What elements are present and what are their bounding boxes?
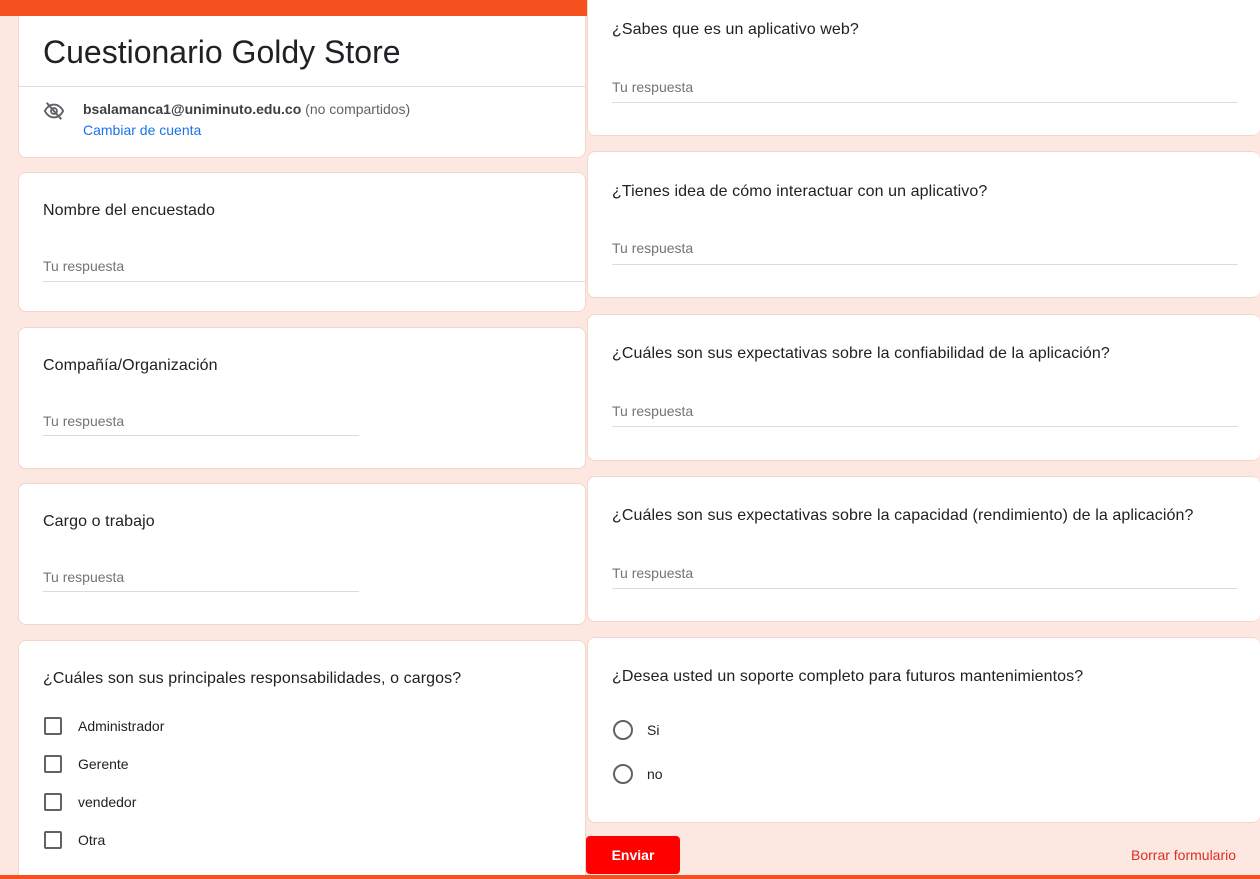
question-title: ¿Cuáles son sus principales responsabili… (43, 670, 462, 687)
radio-no[interactable] (613, 764, 633, 784)
radio-label: no (647, 766, 663, 782)
account-share-note: (no compartidos) (305, 101, 411, 117)
checkbox-administrador[interactable] (44, 717, 62, 735)
checkbox-label: Administrador (78, 718, 165, 734)
header-divider (19, 86, 585, 87)
checkbox-label: vendedor (78, 794, 137, 810)
question-card-name: Nombre del encuestado Tu respuesta (18, 172, 586, 312)
bottom-accent-bar (0, 875, 1260, 879)
account-email-line: bsalamanca1@uniminuto.edu.co (no compart… (83, 101, 410, 117)
eye-off-icon (43, 102, 65, 120)
question-title: ¿Cuáles son sus expectativas sobre la co… (612, 345, 1110, 362)
switch-account-link[interactable]: Cambiar de cuenta (83, 122, 201, 138)
question-title: ¿Desea usted un soporte completo para fu… (612, 668, 1084, 685)
checkbox-vendedor[interactable] (44, 793, 62, 811)
question-title: ¿Tienes idea de cómo interactuar con un … (612, 183, 988, 200)
question-card-responsibilities: ¿Cuáles son sus principales responsabili… (18, 640, 586, 879)
question-title: Nombre del encuestado (43, 202, 215, 219)
question-card-interaction: ¿Tienes idea de cómo interactuar con un … (587, 151, 1260, 298)
checkbox-gerente[interactable] (44, 755, 62, 773)
answer-underline (43, 591, 359, 592)
submit-button[interactable]: Enviar (586, 836, 680, 874)
checkbox-otra[interactable] (44, 831, 62, 849)
question-card-job: Cargo o trabajo Tu respuesta (18, 483, 586, 625)
answer-underline (612, 426, 1238, 427)
answer-underline (612, 102, 1238, 103)
form-title: Cuestionario Goldy Store (43, 34, 401, 70)
answer-underline (612, 264, 1238, 265)
question-title: ¿Sabes que es un aplicativo web? (612, 21, 859, 38)
radio-si[interactable] (613, 720, 633, 740)
answer-input[interactable]: Tu respuesta (43, 413, 359, 435)
account-email: bsalamanca1@uniminuto.edu.co (83, 101, 302, 117)
answer-input[interactable]: Tu respuesta (43, 569, 359, 591)
answer-input[interactable]: Tu respuesta (43, 258, 586, 280)
question-card-support: ¿Desea usted un soporte completo para fu… (587, 637, 1260, 823)
question-title: Cargo o trabajo (43, 513, 155, 530)
question-title: ¿Cuáles son sus expectativas sobre la ca… (612, 507, 1194, 524)
checkbox-label: Otra (78, 832, 106, 848)
clear-form-button[interactable]: Borrar formulario (1131, 847, 1236, 863)
answer-underline (612, 588, 1238, 589)
answer-input[interactable]: Tu respuesta (612, 565, 1238, 587)
question-card-web-app: ¿Sabes que es un aplicativo web? Tu resp… (587, 0, 1260, 136)
answer-input[interactable]: Tu respuesta (612, 403, 1238, 425)
question-title: Compañía/Organización (43, 357, 218, 374)
checkbox-label: Gerente (78, 756, 129, 772)
answer-input[interactable]: Tu respuesta (612, 240, 1238, 262)
question-card-reliability: ¿Cuáles son sus expectativas sobre la co… (587, 314, 1260, 461)
answer-underline (43, 281, 586, 282)
answer-underline (43, 435, 359, 436)
question-card-company: Compañía/Organización Tu respuesta (18, 327, 586, 469)
radio-label: Si (647, 722, 660, 738)
question-card-performance: ¿Cuáles son sus expectativas sobre la ca… (587, 476, 1260, 622)
form-header-card: Cuestionario Goldy Store bsalamanca1@uni… (18, 16, 586, 158)
answer-input[interactable]: Tu respuesta (612, 79, 1238, 101)
